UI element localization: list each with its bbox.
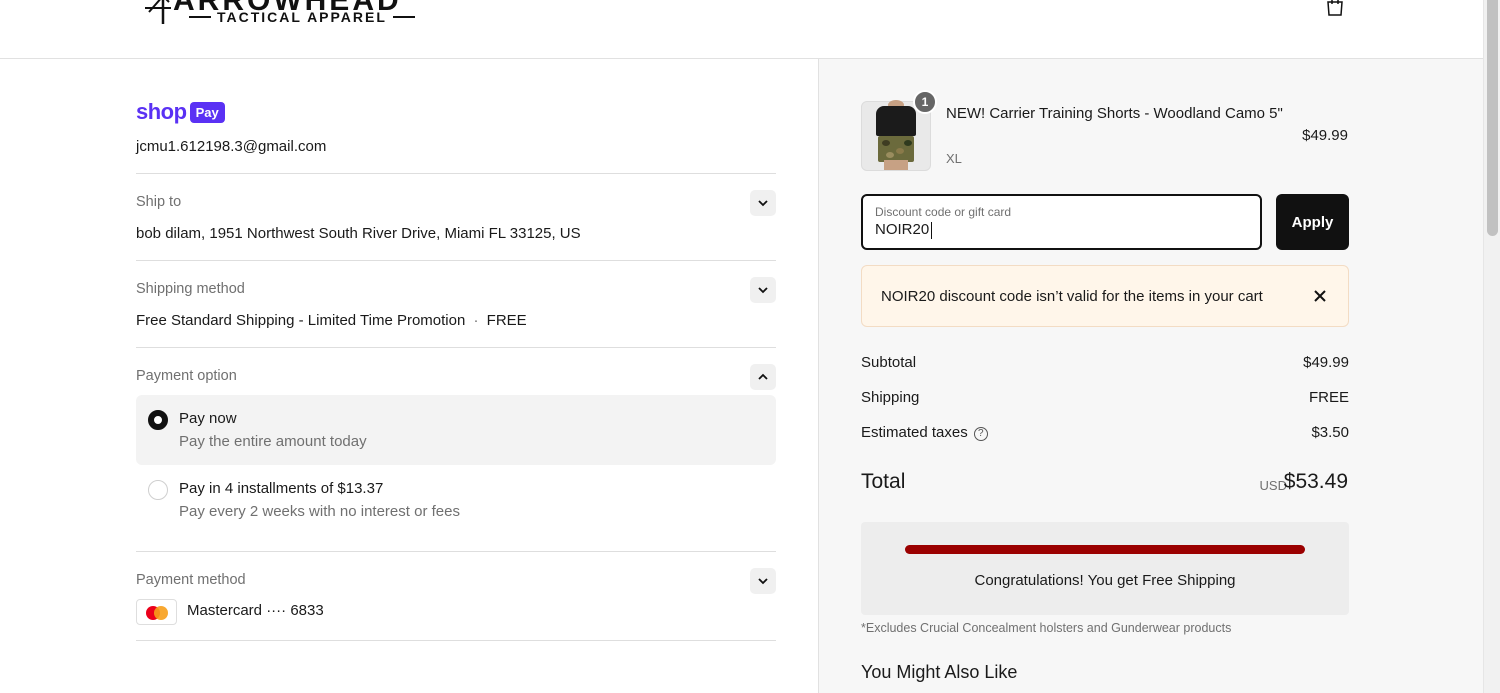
contact-email: jcmu1.612198.3@gmail.com	[136, 138, 327, 155]
free-shipping-message: Congratulations! You get Free Shipping	[974, 572, 1236, 589]
arrowhead-logo-icon	[145, 0, 171, 24]
taxes-row: Estimated taxes? $3.50	[861, 424, 1349, 441]
payment-option-label: Payment option	[136, 368, 237, 384]
discount-code-label: Discount code or gift card	[875, 205, 1012, 219]
recommendations-heading: You Might Also Like	[861, 662, 1018, 682]
discount-code-field[interactable]: Discount code or gift card NOIR20	[861, 194, 1262, 250]
payment-method-section: Payment method Mastercard ···· 6833	[136, 551, 776, 641]
pay-now-subtitle: Pay the entire amount today	[179, 433, 367, 450]
chevron-down-icon	[758, 287, 768, 294]
shipping-value: FREE	[1308, 389, 1349, 406]
subtotal-label: Subtotal	[861, 354, 917, 371]
brand-tagline-row: TACTICAL APPAREL	[189, 10, 415, 24]
shipping-row: Shipping FREE	[861, 389, 1349, 406]
mastercard-icon	[136, 599, 177, 625]
close-icon[interactable]	[1310, 286, 1330, 306]
shipping-label: Shipping	[861, 389, 920, 406]
shop-pay-wordmark: shop	[136, 99, 187, 124]
taxes-label: Estimated taxes	[861, 424, 968, 441]
free-shipping-progress-fill	[905, 545, 1305, 554]
chevron-up-icon	[758, 373, 768, 380]
installments-radio[interactable]	[148, 480, 168, 500]
payment-method-toggle[interactable]	[750, 568, 776, 594]
pay-now-title: Pay now	[179, 410, 237, 427]
payment-option-toggle[interactable]	[750, 364, 776, 390]
subtotal-row: Subtotal $49.99	[861, 354, 1349, 371]
installments-title: Pay in 4 installments of $13.37	[179, 480, 384, 497]
ship-to-section: Ship to bob dilam, 1951 Northwest South …	[136, 173, 776, 260]
payment-option-installments[interactable]: Pay in 4 installments of $13.37 Pay ever…	[136, 465, 776, 535]
shipping-method-toggle[interactable]	[750, 277, 776, 303]
shipping-method-separator: ·	[473, 312, 479, 329]
ship-to-label: Ship to	[136, 194, 182, 210]
chevron-down-icon	[758, 200, 768, 207]
chevron-down-icon	[758, 578, 768, 585]
question-mark-icon[interactable]: ?	[973, 427, 988, 441]
payment-card-label: Mastercard ···· 6833	[187, 602, 324, 619]
quantity-badge: 1	[913, 90, 937, 114]
header: ARROWHEAD TACTICAL APPAREL	[0, 0, 1483, 59]
tagline-dash-left	[189, 16, 211, 18]
promo-exclusion-note: *Excludes Crucial Concealment holsters a…	[861, 621, 1232, 635]
total-label: Total	[861, 470, 906, 493]
shipping-method-price: FREE	[486, 312, 527, 329]
tagline-dash-right	[392, 16, 415, 18]
product-name: NEW! Carrier Training Shorts - Woodland …	[946, 105, 1283, 122]
text-cursor	[931, 222, 932, 239]
ship-to-address: bob dilam, 1951 Northwest South River Dr…	[136, 225, 581, 242]
shop-pay-logo: shop Pay	[136, 99, 225, 125]
shop-pay-badge: Pay	[189, 101, 225, 123]
discount-error-message: NOIR20 discount code isn’t valid for the…	[881, 288, 1263, 305]
product-variant: XL	[946, 151, 962, 166]
scrollbar-thumb[interactable]	[1487, 0, 1498, 236]
brand-logo[interactable]: ARROWHEAD TACTICAL APPAREL	[143, 0, 433, 30]
shipping-method-label: Shipping method	[136, 281, 245, 297]
payment-option-section: Payment option Pay now Pay the entire am…	[136, 347, 776, 551]
order-summary: 1 NEW! Carrier Training Shorts - Woodlan…	[818, 59, 1483, 693]
payment-method-label: Payment method	[136, 572, 246, 588]
payment-option-pay-now[interactable]: Pay now Pay the entire amount today	[136, 395, 776, 465]
subtotal-value: $49.99	[1303, 354, 1349, 371]
brand-tagline: TACTICAL APPAREL	[217, 9, 387, 25]
shipping-method-value: Free Standard Shipping - Limited Time Pr…	[136, 312, 527, 329]
free-shipping-progress-track	[905, 545, 1305, 554]
total-amount: $53.49	[1283, 470, 1348, 493]
taxes-value: $3.50	[1311, 424, 1349, 441]
checkout-form: shop Pay jcmu1.612198.3@gmail.com Ship t…	[0, 59, 818, 693]
shipping-method-section: Shipping method Free Standard Shipping -…	[136, 260, 776, 347]
pay-now-radio[interactable]	[148, 410, 168, 430]
installments-subtitle: Pay every 2 weeks with no interest or fe…	[179, 503, 460, 520]
page-scrollbar[interactable]	[1483, 0, 1500, 693]
product-price: $49.99	[1302, 127, 1348, 144]
ship-to-toggle[interactable]	[750, 190, 776, 216]
shipping-method-name: Free Standard Shipping - Limited Time Pr…	[136, 312, 466, 329]
free-shipping-promo: Congratulations! You get Free Shipping	[861, 522, 1349, 615]
discount-error-banner: NOIR20 discount code isn’t valid for the…	[861, 265, 1349, 327]
discount-code-input[interactable]: NOIR20	[875, 221, 929, 238]
shopping-bag-icon[interactable]	[1324, 0, 1346, 16]
apply-discount-button[interactable]: Apply	[1276, 194, 1349, 250]
